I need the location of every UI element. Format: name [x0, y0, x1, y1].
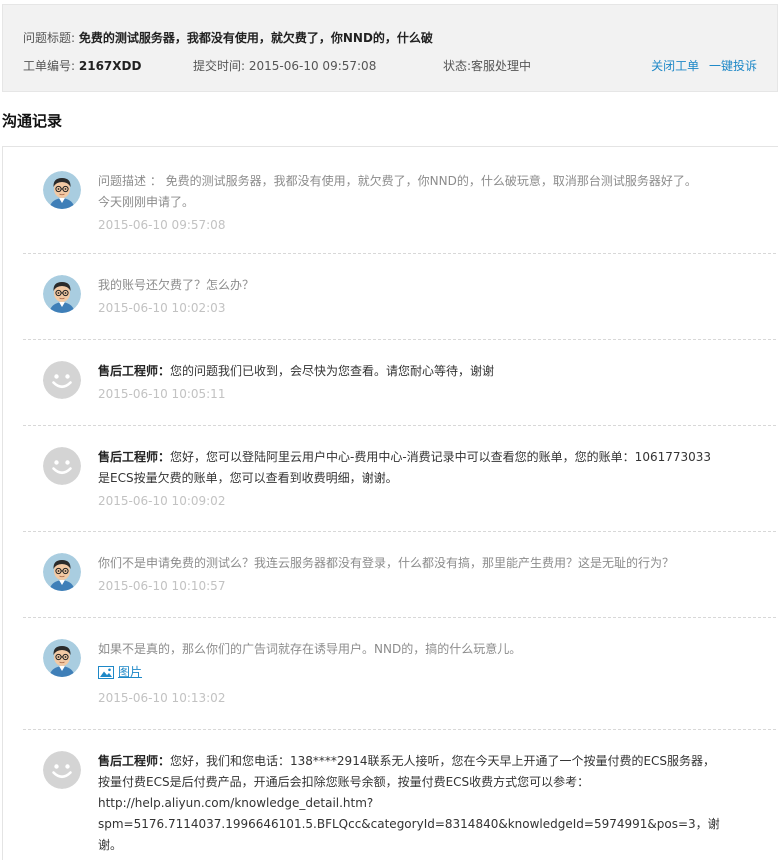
- record-message: 我的账号还欠费了？怎么办？ 2015-06-10 10:02:03: [98, 275, 738, 319]
- user-avatar: [43, 275, 81, 313]
- ticket-submitted: 提交时间: 2015-06-10 09:57:08: [193, 57, 376, 74]
- image-attachment-link[interactable]: 图片: [98, 662, 142, 683]
- record-message: 售后工程师：您好，我们和您电话：138****2914联系无人接听，您在今天早上…: [98, 751, 738, 860]
- ticket-actions: 关闭工单 一键投诉: [645, 57, 757, 74]
- ticket-id: 工单编号: 2167XDD: [23, 57, 141, 74]
- ticket-title: 问题标题: 免费的测试服务器，我都没有使用，就欠费了，你NND的，什么破: [23, 29, 433, 46]
- message-text: 是ECS按量欠费的账单，您可以查看到收费明细，谢谢。: [98, 471, 398, 485]
- message-line: 你们不是申请免费的测试么？我连云服务器都没有登录，什么都没有搞，那里能产生费用？…: [98, 553, 738, 574]
- message-text: spm=5176.7114037.1996646101.5.BFLQcc&cat…: [98, 817, 720, 852]
- section-title: 沟通记录: [2, 112, 63, 130]
- engineer-avatar: [43, 361, 81, 399]
- ticket-status-value: 客服处理中: [471, 59, 532, 73]
- message-line: 我的账号还欠费了？怎么办？: [98, 275, 738, 296]
- message-line: 售后工程师：您好，您可以登陆阿里云用户中心-费用中心-消费记录中可以查看您的账单…: [98, 447, 738, 468]
- ticket-id-value: 2167XDD: [78, 59, 142, 73]
- record-message: 问题描述 ： 免费的测试服务器，我都没有使用，就欠费了，你NND的，什么破玩意，…: [98, 171, 738, 236]
- message-text: http://help.aliyun.com/knowledge_detail.…: [98, 796, 374, 810]
- message-line: http://help.aliyun.com/knowledge_detail.…: [98, 793, 738, 814]
- message-line: 今天刚刚申请了。: [98, 192, 738, 213]
- ticket-status: 状态:客服处理中: [443, 57, 531, 74]
- message-text: 您的问题我们已收到，会尽快为您查看。请您耐心等待，谢谢: [170, 364, 495, 378]
- user-avatar: [43, 171, 81, 209]
- sender-label: 售后工程师：: [98, 754, 171, 768]
- engineer-avatar: [43, 751, 81, 789]
- ticket-title-label: 问题标题:: [23, 31, 76, 45]
- record-divider: [23, 425, 778, 426]
- sender-label: 售后工程师：: [98, 364, 171, 378]
- record-divider: [23, 253, 778, 254]
- user-avatar: [43, 553, 81, 591]
- ticket-time-value: 2015-06-10 09:57:08: [248, 59, 377, 73]
- message-text: 您好，我们和您电话：138****2914联系无人接听，您在今天早上开通了一个按…: [170, 754, 716, 768]
- record-divider: [23, 729, 778, 730]
- ticket-title-text: 免费的测试服务器，我都没有使用，就欠费了，你NND的，什么破: [78, 31, 433, 45]
- record-divider: [23, 339, 778, 340]
- message-line: 如果不是真的，那么你们的广告词就存在诱导用户。NND的，搞的什么玩意儿。: [98, 639, 738, 660]
- message-text: 问题描述 ： 免费的测试服务器，我都没有使用，就欠费了，你NND的，什么破玩意，…: [98, 174, 697, 188]
- communication-records: 问题描述 ： 免费的测试服务器，我都没有使用，就欠费了，你NND的，什么破玩意，…: [2, 146, 778, 860]
- record-divider: [23, 617, 778, 618]
- record-timestamp: 2015-06-10 10:02:03: [98, 301, 226, 315]
- engineer-avatar: [43, 447, 81, 485]
- user-avatar: [43, 639, 81, 677]
- record-divider: [23, 531, 778, 532]
- message-line: 售后工程师：您好，我们和您电话：138****2914联系无人接听，您在今天早上…: [98, 751, 738, 772]
- record-message: 售后工程师：您好，您可以登陆阿里云用户中心-费用中心-消费记录中可以查看您的账单…: [98, 447, 738, 512]
- record-message: 你们不是申请免费的测试么？我连云服务器都没有登录，什么都没有搞，那里能产生费用？…: [98, 553, 738, 597]
- ticket-time-label: 提交时间:: [193, 59, 246, 73]
- complain-link[interactable]: 一键投诉: [709, 59, 757, 73]
- record-message: 售后工程师：您的问题我们已收到，会尽快为您查看。请您耐心等待，谢谢 2015-06…: [98, 361, 738, 405]
- ticket-header: 问题标题: 免费的测试服务器，我都没有使用，就欠费了，你NND的，什么破 工单编…: [2, 4, 778, 92]
- close-ticket-link[interactable]: 关闭工单: [651, 59, 699, 73]
- message-line: 是ECS按量欠费的账单，您可以查看到收费明细，谢谢。: [98, 468, 738, 489]
- message-text: 今天刚刚申请了。: [98, 195, 195, 209]
- message-line: 问题描述 ： 免费的测试服务器，我都没有使用，就欠费了，你NND的，什么破玩意，…: [98, 171, 738, 192]
- record-timestamp: 2015-06-10 10:09:02: [98, 494, 226, 508]
- message-text: 你们不是申请免费的测试么？我连云服务器都没有登录，什么都没有搞，那里能产生费用？…: [98, 556, 675, 570]
- record-timestamp: 2015-06-10 10:13:02: [98, 691, 226, 705]
- record-timestamp: 2015-06-10 10:10:57: [98, 579, 226, 593]
- record-timestamp: 2015-06-10 10:05:11: [98, 387, 226, 401]
- ticket-id-label: 工单编号:: [23, 59, 76, 73]
- record-timestamp: 2015-06-10 09:57:08: [98, 218, 226, 232]
- message-text: 我的账号还欠费了？怎么办？: [98, 278, 255, 292]
- message-line: 按量付费ECS是后付费产品，开通后会扣除您账号余额，按量付费ECS收费方式您可以…: [98, 772, 738, 793]
- ticket-status-label: 状态:: [443, 59, 472, 73]
- record-message: 如果不是真的，那么你们的广告词就存在诱导用户。NND的，搞的什么玩意儿。图片 20…: [98, 639, 738, 709]
- sender-label: 售后工程师：: [98, 450, 171, 464]
- message-text: 按量付费ECS是后付费产品，开通后会扣除您账号余额，按量付费ECS收费方式您可以…: [98, 775, 590, 789]
- message-line: spm=5176.7114037.1996646101.5.BFLQcc&cat…: [98, 814, 738, 856]
- attachment-label: 图片: [118, 665, 143, 679]
- message-text: 您好，您可以登陆阿里云用户中心-费用中心-消费记录中可以查看您的账单，您的账单：…: [170, 450, 712, 464]
- image-icon: [98, 666, 118, 679]
- message-line: 售后工程师：您的问题我们已收到，会尽快为您查看。请您耐心等待，谢谢: [98, 361, 738, 382]
- message-text: 如果不是真的，那么你们的广告词就存在诱导用户。NND的，搞的什么玩意儿。: [98, 642, 522, 656]
